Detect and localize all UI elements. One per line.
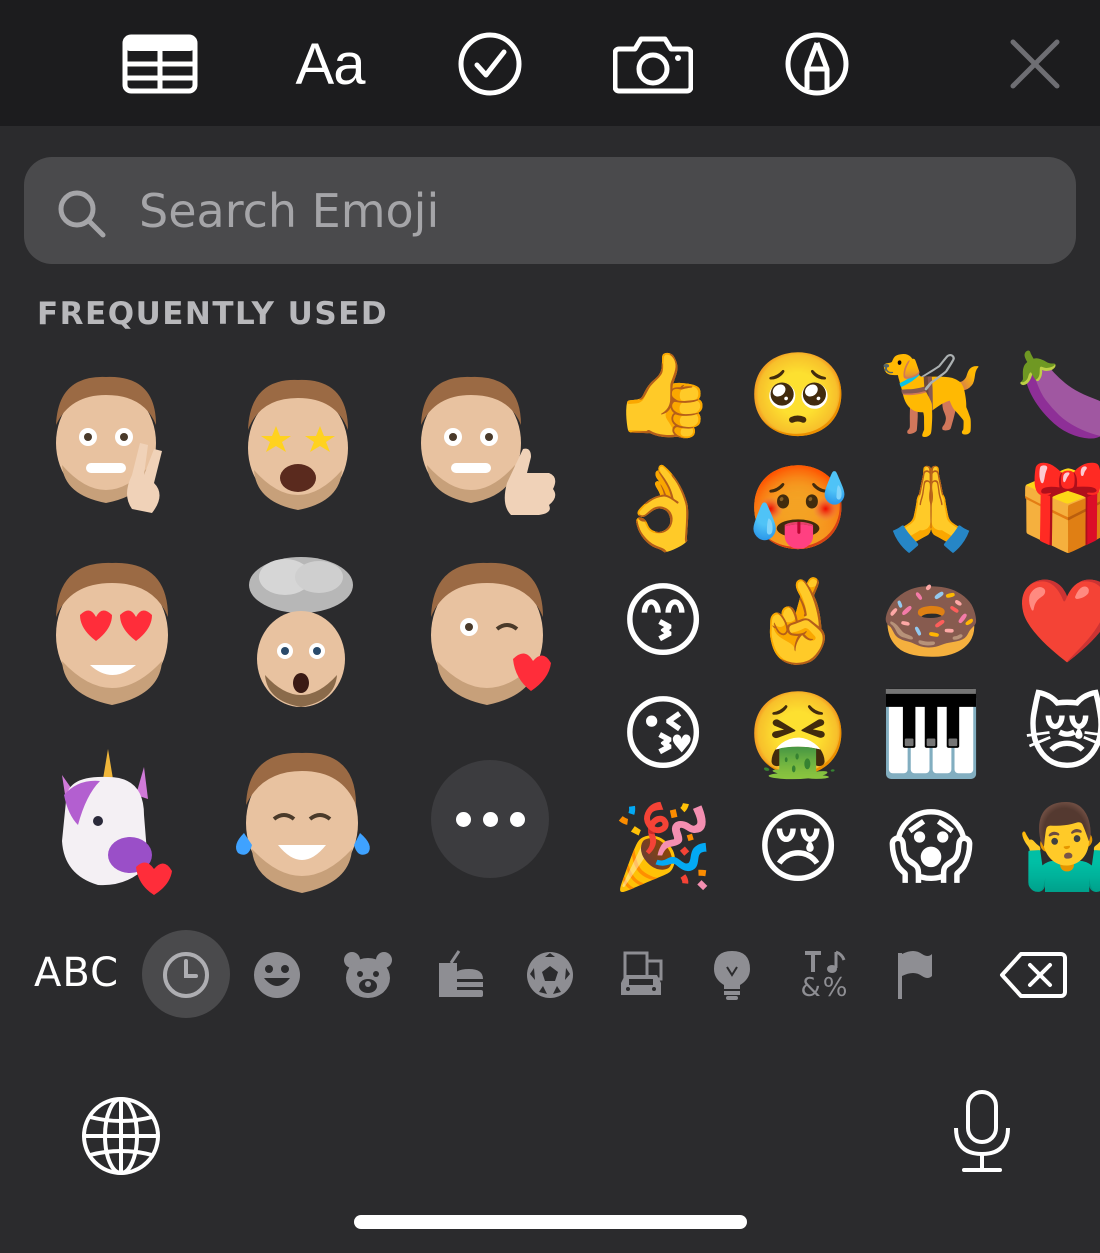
emoji-doughnut[interactable]: 🍩 (876, 576, 986, 686)
category-recent[interactable] (156, 945, 216, 1005)
emoji-ok-hand[interactable]: 👌 (608, 463, 718, 573)
more-memoji-button[interactable] (431, 760, 549, 878)
memoji-peace-sign[interactable] (48, 365, 178, 520)
abc-button[interactable]: ABC (34, 950, 119, 996)
emoji-gift[interactable]: 🎁 (1012, 463, 1100, 573)
emoji-party-popper[interactable]: 🎉 (608, 802, 718, 912)
home-indicator[interactable] (354, 1215, 747, 1229)
emoji-hot-face[interactable]: 🥵 (743, 463, 853, 573)
category-symbols[interactable]: &% (793, 945, 857, 1005)
memoji-unicorn-heart[interactable] (48, 745, 178, 895)
recent-clock-icon (163, 952, 209, 998)
emoji-crying-cat[interactable]: 😿 (1012, 689, 1100, 799)
table-icon (122, 34, 198, 94)
memoji-thumbs-up[interactable] (415, 365, 565, 520)
flags-icon (898, 951, 932, 999)
checklist-icon (458, 32, 522, 96)
close-icon (1010, 39, 1060, 89)
checklist-button[interactable] (455, 24, 525, 104)
memoji-wink-kiss[interactable] (425, 555, 555, 705)
emoji-pleading-face[interactable]: 🥺 (743, 350, 853, 460)
emoji-crying-face[interactable]: 😢 (743, 802, 853, 912)
objects-lightbulb-icon (714, 951, 750, 1000)
emoji-eggplant[interactable]: 🍆 (1012, 350, 1100, 460)
delete-button[interactable] (998, 945, 1068, 1005)
activity-ball-icon (527, 952, 573, 998)
food-icon (439, 950, 483, 997)
animals-bear-icon (344, 952, 392, 998)
emoji-vomiting-face[interactable]: 🤮 (743, 689, 853, 799)
microphone-icon (954, 1090, 1010, 1172)
more-dot (455, 811, 471, 827)
section-label: FREQUENTLY USED (37, 296, 389, 332)
search-icon (58, 190, 106, 238)
globe-icon (82, 1097, 160, 1175)
smileys-icon (254, 952, 300, 998)
memoji-star-eyes[interactable] (238, 370, 363, 520)
dictation-button[interactable] (950, 1088, 1014, 1176)
emoji-guide-dog[interactable]: 🦮 (876, 350, 986, 460)
toolbar: Aa (0, 0, 1100, 126)
category-flags[interactable] (884, 945, 944, 1005)
emoji-kissing-heart[interactable]: 😘 (608, 689, 718, 799)
markup-pen-icon (785, 32, 849, 96)
emoji-man-shrugging[interactable]: 🤷‍♂️ (1012, 802, 1100, 912)
category-objects[interactable] (702, 945, 762, 1005)
category-food[interactable] (429, 945, 489, 1005)
emoji-folded-hands[interactable]: 🙏 (876, 463, 986, 573)
emoji-piano-keys[interactable]: 🎹 (876, 689, 986, 799)
category-animals[interactable] (338, 945, 398, 1005)
search-input[interactable] (139, 176, 1039, 246)
category-activity[interactable] (520, 945, 580, 1005)
more-dot (509, 811, 525, 827)
format-text-button[interactable]: Aa (287, 24, 373, 104)
format-text-label: Aa (295, 31, 366, 97)
camera-icon (613, 36, 693, 94)
category-smileys[interactable] (247, 945, 307, 1005)
memoji-mind-blown[interactable] (235, 555, 370, 710)
emoji-red-heart[interactable]: ❤️ (1012, 576, 1100, 686)
emoji-thumbs-up[interactable]: 👍 (608, 350, 718, 460)
close-button[interactable] (1005, 24, 1065, 104)
travel-buildings-icon (621, 951, 663, 995)
memoji-heart-eyes[interactable] (50, 555, 180, 710)
keyboard-switch-button[interactable] (80, 1095, 162, 1177)
emoji-kissing-smiling-eyes[interactable]: 😙 (608, 576, 718, 686)
camera-button[interactable] (612, 24, 694, 104)
delete-backspace-icon (1000, 952, 1067, 998)
table-button[interactable] (118, 24, 202, 104)
more-dot (482, 811, 498, 827)
category-travel[interactable] (611, 945, 671, 1005)
symbols-label: &% (800, 973, 850, 1003)
markup-button[interactable] (783, 24, 851, 104)
emoji-crossed-fingers[interactable]: 🤞 (743, 576, 853, 686)
memoji-tears-of-joy[interactable] (228, 745, 378, 895)
emoji-screaming-face[interactable]: 😱 (876, 802, 986, 912)
